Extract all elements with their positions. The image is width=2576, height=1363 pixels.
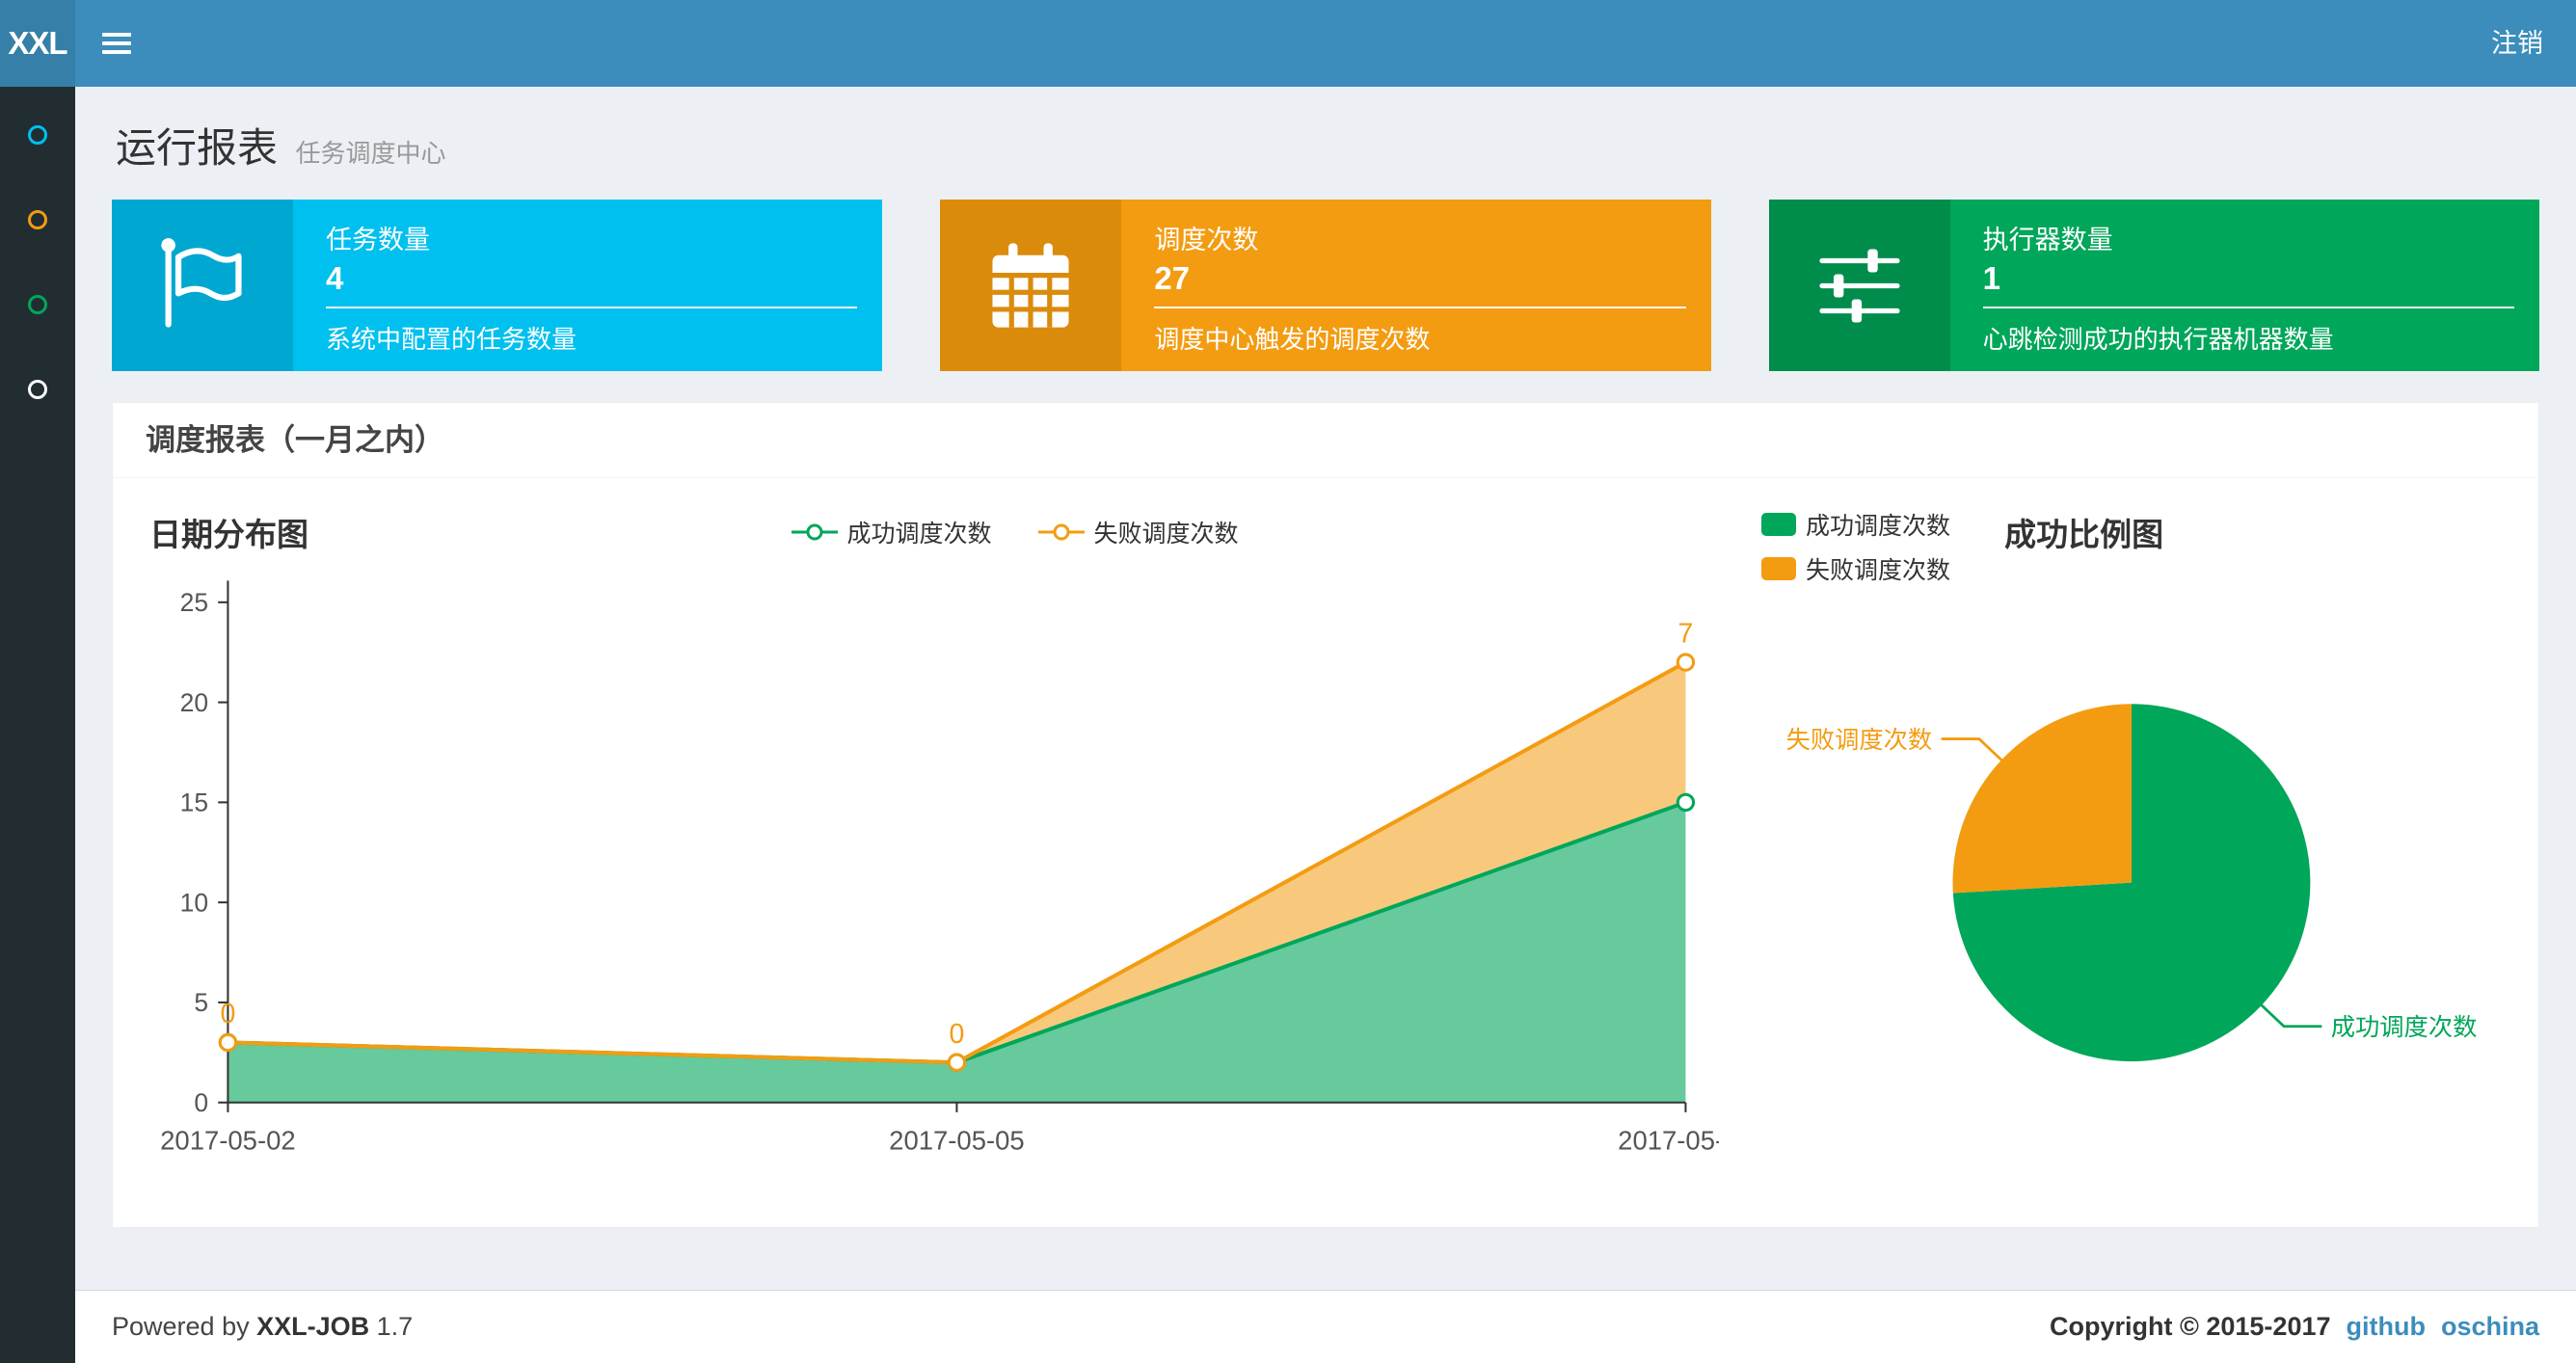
calendar-icon <box>992 243 1069 328</box>
circle-outline-icon <box>28 210 47 229</box>
sidebar-menu <box>0 93 75 432</box>
info-box-icon-area <box>112 200 293 371</box>
app-root: XXL 注销 运行报表 任务调度中心 任务数量 4 系统中配置的任务数量 调度次… <box>0 0 2576 1363</box>
page-header: 运行报表 任务调度中心 <box>112 87 2539 200</box>
svg-text:0: 0 <box>220 999 235 1029</box>
pie-legend-item[interactable]: 成功调度次数 <box>1761 507 1950 542</box>
legend-label: 成功调度次数 <box>1806 513 1951 540</box>
info-box-icon-area <box>1768 200 1950 371</box>
info-box-value: 1 <box>1982 260 2001 296</box>
svg-text:7: 7 <box>1678 619 1694 650</box>
report-panel: 调度报表（一月之内） 日期分布图 成功调度次数 失败调度次数 0 5 10 15 20 25… <box>112 402 2539 1229</box>
legend-swatch-icon <box>1761 557 1797 580</box>
info-box-title: 调度次数 <box>1154 226 1259 254</box>
line-chart-legend: 成功调度次数 失败调度次数 <box>309 515 1719 549</box>
legend-item[interactable]: 成功调度次数 <box>790 515 992 549</box>
svg-text:10: 10 <box>180 888 208 917</box>
info-box-job-count: 任务数量 4 系统中配置的任务数量 <box>112 200 883 371</box>
success-ratio-pie-svg: 成功调度次数 失败调度次数 <box>1786 704 2478 1062</box>
sidebar <box>0 87 75 1363</box>
logout-link[interactable]: 注销 <box>2458 0 2576 87</box>
app-name: XXL-JOB <box>256 1312 370 1341</box>
legend-label: 失败调度次数 <box>1093 521 1239 548</box>
info-box-description: 心跳检测成功的执行器机器数量 <box>1982 325 2334 354</box>
page-title: 运行报表 <box>116 125 279 171</box>
svg-text:0: 0 <box>950 1019 965 1050</box>
success-ratio-section: 成功调度次数 失败调度次数 成功比例图 成功调度次数 失败调度次数 <box>1719 507 2502 1189</box>
sliders-icon <box>1819 249 1900 323</box>
divider <box>1154 307 1686 308</box>
svg-text:成功调度次数: 成功调度次数 <box>2331 1014 2478 1041</box>
svg-text:15: 15 <box>180 788 208 817</box>
info-box-content: 执行器数量 1 心跳检测成功的执行器机器数量 <box>1950 200 2539 371</box>
line-chart-title: 日期分布图 <box>149 517 309 552</box>
svg-text:20: 20 <box>180 688 208 717</box>
content-column: 运行报表 任务调度中心 任务数量 4 系统中配置的任务数量 调度次数 27 调度… <box>75 87 2576 1363</box>
panel-title: 调度报表（一月之内） <box>113 403 2538 478</box>
main-content: 运行报表 任务调度中心 任务数量 4 系统中配置的任务数量 调度次数 27 调度… <box>75 87 2576 1290</box>
info-box-description: 系统中配置的任务数量 <box>326 325 577 354</box>
hamburger-icon <box>102 28 131 59</box>
app-logo[interactable]: XXL <box>0 0 75 87</box>
circle-outline-icon <box>28 295 47 314</box>
info-box-executor-count: 执行器数量 1 心跳检测成功的执行器机器数量 <box>1768 200 2539 371</box>
main-wrapper: 运行报表 任务调度中心 任务数量 4 系统中配置的任务数量 调度次数 27 调度… <box>0 87 2576 1363</box>
panel-body: 日期分布图 成功调度次数 失败调度次数 0 5 10 15 20 25 2017-05-02 2… <box>113 478 2538 1227</box>
svg-text:5: 5 <box>194 988 208 1017</box>
sidebar-item-aqua[interactable] <box>0 93 75 177</box>
page-subtitle: 任务调度中心 <box>295 139 446 168</box>
info-box-title: 执行器数量 <box>1982 226 2113 254</box>
svg-text:2017-05-05: 2017-05-05 <box>889 1126 1025 1156</box>
svg-text:25: 25 <box>180 588 208 617</box>
copyright-text: Copyright © 2015-2017 <box>2049 1312 2331 1341</box>
sidebar-item-yellow[interactable] <box>0 177 75 262</box>
info-box-title: 任务数量 <box>326 226 430 254</box>
pie-chart-legend: 成功调度次数 失败调度次数 <box>1761 507 1950 586</box>
date-distribution-chart-svg: 05101520252017-05-022017-05-052017-05-08… <box>160 580 1719 1156</box>
legend-label: 失败调度次数 <box>1806 557 1951 584</box>
powered-by: Powered by XXL-JOB 1.7 <box>112 1312 413 1342</box>
info-box-content: 任务数量 4 系统中配置的任务数量 <box>293 200 882 371</box>
copyright-area: Copyright © 2015-2017 github oschina <box>2050 1312 2539 1342</box>
legend-item[interactable]: 失败调度次数 <box>1036 515 1239 549</box>
circle-outline-icon <box>28 125 47 145</box>
powered-by-prefix: Powered by <box>112 1312 250 1341</box>
pie-chart-title: 成功比例图 <box>2004 517 2164 552</box>
legend-label: 成功调度次数 <box>846 521 992 548</box>
info-box-content: 调度次数 27 调度中心触发的调度次数 <box>1121 200 1710 371</box>
date-distribution-section: 日期分布图 成功调度次数 失败调度次数 0 5 10 15 20 25 2017-05-02 2… <box>149 507 1719 1189</box>
info-box-trigger-count: 调度次数 27 调度中心触发的调度次数 <box>940 200 1711 371</box>
info-box-value: 4 <box>326 260 344 296</box>
top-navbar: XXL 注销 <box>0 0 2576 87</box>
svg-text:2017-05-08: 2017-05-08 <box>1618 1126 1719 1156</box>
legend-line-marker-icon <box>1037 523 1085 541</box>
sidebar-toggle-button[interactable] <box>75 0 158 87</box>
info-box-description: 调度中心触发的调度次数 <box>1154 325 1431 354</box>
line-chart-header: 日期分布图 成功调度次数 失败调度次数 <box>149 507 1719 557</box>
svg-text:0: 0 <box>194 1088 208 1117</box>
divider <box>326 307 858 308</box>
pie-chart: 成功调度次数 失败调度次数 <box>1761 594 2502 1154</box>
info-box-value: 27 <box>1154 260 1191 296</box>
svg-text:失败调度次数: 失败调度次数 <box>1786 727 1933 754</box>
circle-outline-icon <box>28 380 47 399</box>
pie-chart-header: 成功调度次数 失败调度次数 成功比例图 <box>1761 507 2502 586</box>
sidebar-item-green[interactable] <box>0 262 75 347</box>
app-version: 1.7 <box>376 1312 414 1341</box>
oschina-link[interactable]: oschina <box>2441 1312 2539 1342</box>
sidebar-item-white[interactable] <box>0 347 75 432</box>
summary-cards: 任务数量 4 系统中配置的任务数量 调度次数 27 调度中心触发的调度次数 执行… <box>112 200 2539 371</box>
legend-line-marker-icon <box>791 523 838 541</box>
info-box-icon-area <box>940 200 1122 371</box>
footer: Powered by XXL-JOB 1.7 Copyright © 2015-… <box>75 1290 2576 1363</box>
pie-legend-item[interactable]: 失败调度次数 <box>1761 551 1950 586</box>
svg-text:2017-05-02: 2017-05-02 <box>160 1126 296 1156</box>
github-link[interactable]: github <box>2347 1312 2426 1342</box>
legend-swatch-icon <box>1761 513 1797 536</box>
divider <box>1982 307 2514 308</box>
line-chart: 05101520252017-05-022017-05-052017-05-08… <box>149 557 1719 1189</box>
flag-icon <box>161 238 242 328</box>
